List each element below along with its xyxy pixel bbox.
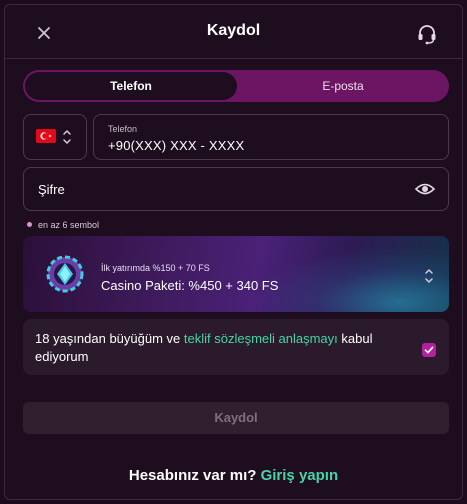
phone-field[interactable]: Telefon +90(XXX) XXX - XXXX	[93, 114, 449, 160]
page-title: Kaydol	[206, 22, 261, 39]
modal-header: Kaydol	[5, 5, 462, 59]
eye-icon[interactable]	[415, 182, 435, 196]
tab-phone[interactable]: Telefon	[25, 72, 237, 100]
header-divider	[5, 58, 462, 59]
bonus-title: Casino Paketi: %450 + 340 FS	[101, 278, 279, 293]
terms-text: 18 yaşından büyüğüm ve teklif sözleşmeli…	[35, 330, 395, 366]
checkmark-icon	[424, 346, 434, 354]
password-field[interactable]: Şifre	[23, 167, 449, 211]
turkey-flag-icon	[36, 129, 56, 143]
casino-chip-icon	[46, 255, 84, 293]
auth-method-tabs: Telefon E-posta	[23, 70, 449, 102]
bonus-selector[interactable]: İlk yatırımda %150 + 70 FS Casino Paketi…	[23, 236, 449, 312]
password-hint-text: en az 6 sembol	[38, 220, 100, 230]
bonus-glow	[253, 246, 449, 312]
phone-label: Telefon	[108, 124, 138, 134]
terms-text-before: 18 yaşından büyüğüm ve	[35, 331, 184, 346]
login-prompt: Hesabınız var mı? Giriş yapın	[5, 467, 462, 484]
tab-email[interactable]: E-posta	[237, 70, 449, 102]
country-code-select[interactable]	[23, 114, 87, 160]
password-hint: en az 6 sembol	[27, 220, 99, 230]
register-modal: Kaydol Telefon E-posta Telefon +90(XXX) …	[4, 4, 463, 500]
bonus-subtitle: İlk yatırımda %150 + 70 FS	[101, 263, 210, 273]
terms-checkbox[interactable]	[422, 343, 436, 357]
terms-link[interactable]: teklif sözleşmeli anlaşmayı	[184, 331, 338, 346]
chevron-updown-icon	[425, 269, 433, 283]
chevron-updown-icon	[63, 130, 71, 144]
password-input[interactable]: Şifre	[38, 182, 65, 197]
login-question: Hesabınız var mı?	[128, 467, 257, 484]
register-button[interactable]: Kaydol	[23, 402, 449, 434]
terms-agreement: 18 yaşından büyüğüm ve teklif sözleşmeli…	[23, 319, 449, 375]
bullet-icon	[27, 222, 32, 228]
phone-input[interactable]: +90(XXX) XXX - XXXX	[108, 138, 244, 153]
login-link[interactable]: Giriş yapın	[261, 467, 339, 484]
headset-icon[interactable]	[416, 23, 438, 45]
